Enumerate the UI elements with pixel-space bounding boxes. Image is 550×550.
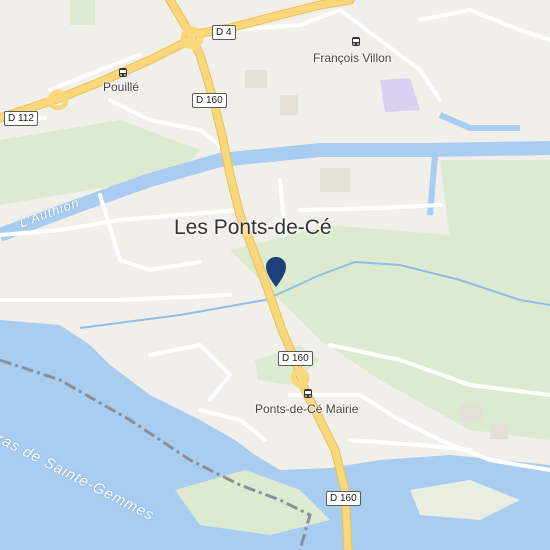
building	[245, 70, 267, 88]
park-area	[70, 0, 95, 25]
building	[460, 405, 482, 421]
road-shield-d112: D 112	[4, 111, 38, 126]
bus-icon[interactable]	[350, 35, 362, 47]
poi-label-francois-villon[interactable]: François Villon	[313, 52, 391, 64]
location-pin-icon[interactable]	[264, 256, 288, 288]
map-view[interactable]: Les Ponts-de-Cé Pouillé François Villon …	[0, 0, 550, 550]
bus-icon[interactable]	[302, 387, 314, 399]
bus-icon[interactable]	[117, 66, 129, 78]
poi-label-mairie[interactable]: Ponts-de-Cé Mairie	[255, 403, 358, 415]
poi-label-pouille[interactable]: Pouillé	[103, 81, 139, 93]
road-shield-d160: D 160	[192, 93, 227, 108]
building	[320, 168, 350, 192]
building	[280, 95, 298, 115]
road-shield-d4: D 4	[212, 25, 236, 40]
road-shield-d160: D 160	[326, 491, 361, 506]
road-shield-d160: D 160	[278, 351, 313, 366]
city-label: Les Ponts-de-Cé	[174, 216, 332, 239]
building	[490, 425, 508, 439]
